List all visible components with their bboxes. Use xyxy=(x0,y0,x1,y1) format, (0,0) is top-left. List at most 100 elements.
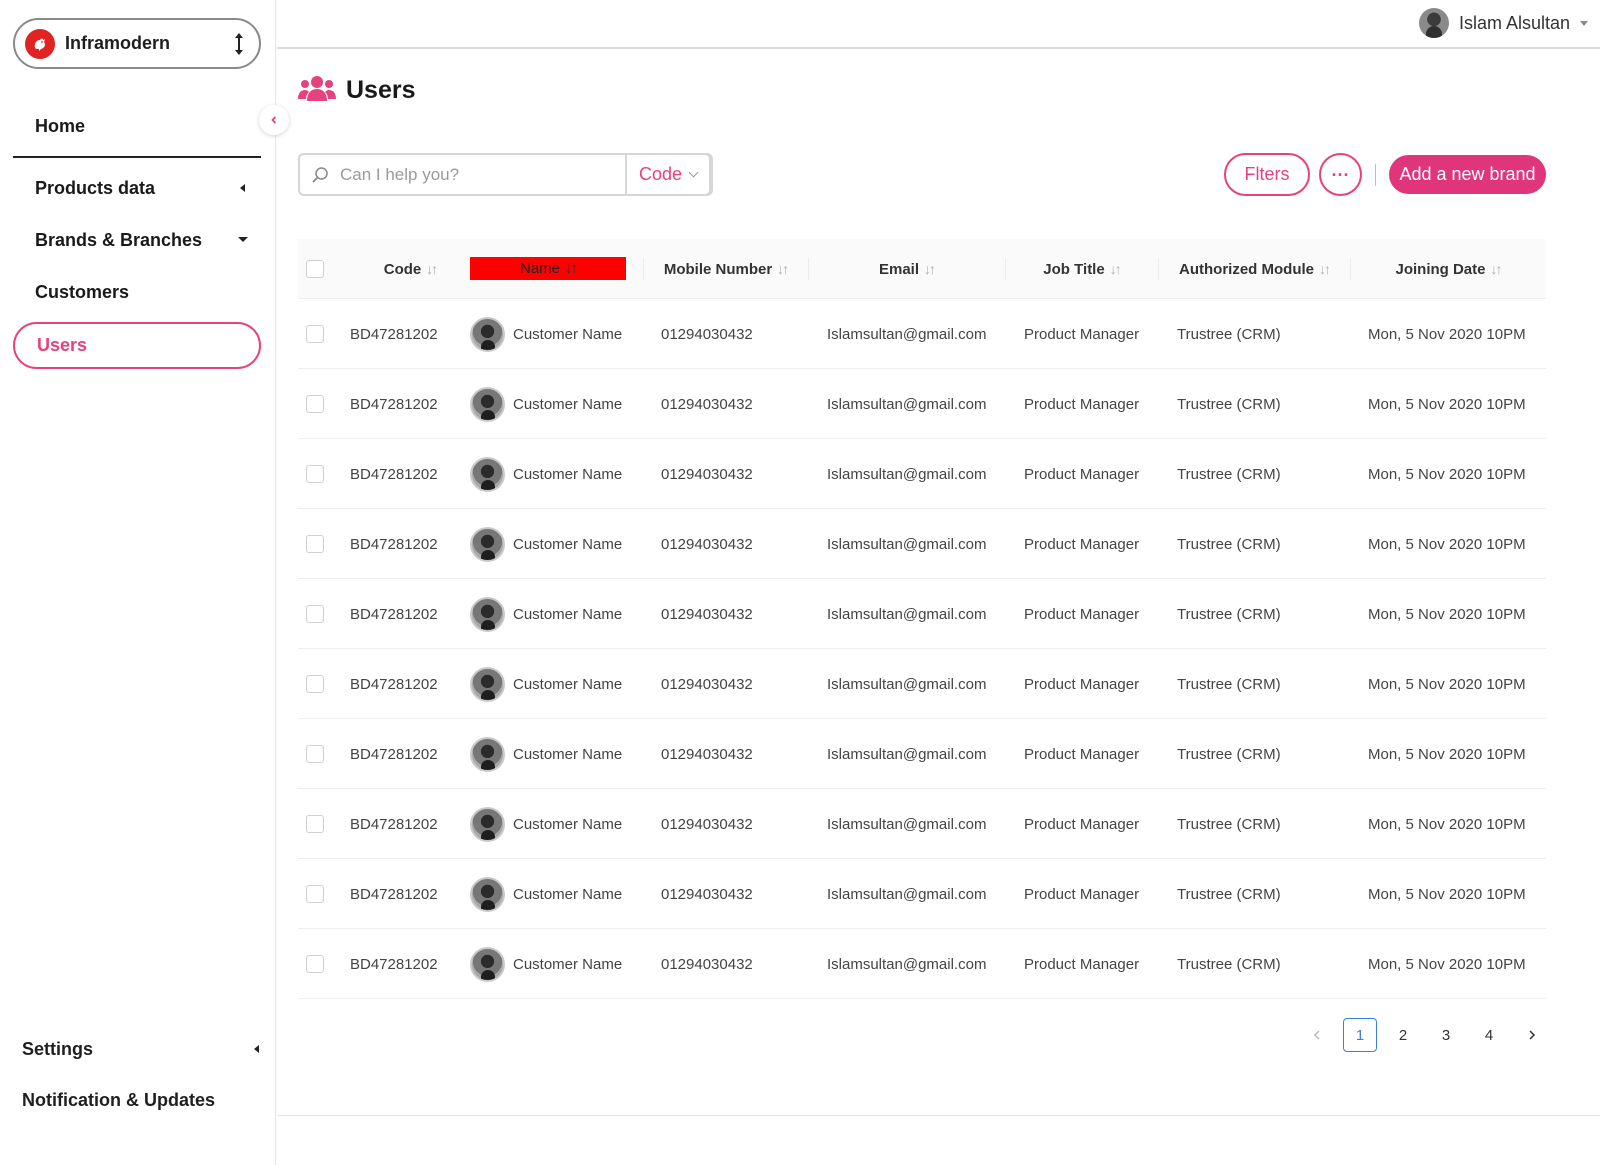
column-header-job-title[interactable]: Job Title ↓↑ xyxy=(1005,239,1158,299)
caret-down-icon xyxy=(1580,20,1588,26)
row-checkbox[interactable] xyxy=(306,325,324,343)
active-section-divider xyxy=(13,156,261,158)
avatar xyxy=(470,946,505,982)
cell-mobile: 01294030432 xyxy=(661,465,753,483)
search-input[interactable] xyxy=(340,164,628,185)
cell-job-title: Product Manager xyxy=(1024,535,1140,553)
column-header-email[interactable]: Email ↓↑ xyxy=(808,239,1005,299)
cell-email: Islamsultan@gmail.com xyxy=(827,535,987,553)
row-checkbox[interactable] xyxy=(306,605,324,623)
cell-code: BD47281202 xyxy=(350,325,438,343)
avatar xyxy=(470,456,505,492)
cell-joining-date: Mon, 5 Nov 2020 10PM xyxy=(1368,465,1526,483)
cell-job-title: Product Manager xyxy=(1024,395,1140,413)
user-menu[interactable]: Islam Alsultan xyxy=(1418,8,1588,38)
caret-left-icon[interactable] xyxy=(240,184,245,192)
cell-mobile: 01294030432 xyxy=(661,325,753,343)
cell-email: Islamsultan@gmail.com xyxy=(827,815,987,833)
filters-button[interactable]: Flters xyxy=(1224,153,1310,196)
cell-job-title: Product Manager xyxy=(1024,885,1140,903)
table-row[interactable]: BD47281202 Customer Name 01294030432 Islams… xyxy=(298,509,1546,579)
sidebar-item-notifications[interactable]: Notification & Updates xyxy=(22,1090,215,1111)
cell-email: Islamsultan@gmail.com xyxy=(827,395,987,413)
cell-name: Customer Name xyxy=(470,929,622,999)
column-header-authorized-module[interactable]: Authorized Module ↓↑ xyxy=(1158,239,1350,299)
collapse-sidebar-button[interactable] xyxy=(259,105,289,135)
cell-email: Islamsultan@gmail.com xyxy=(827,675,987,693)
sort-arrows-icon[interactable]: ↓↑ xyxy=(1491,261,1503,277)
table-row[interactable]: BD47281202 Customer Name 01294030432 Islams… xyxy=(298,579,1546,649)
sort-arrows-icon[interactable]: ↓↑ xyxy=(1110,261,1122,277)
cell-name-text: Customer Name xyxy=(513,675,623,693)
add-brand-button[interactable]: Add a new brand xyxy=(1389,155,1546,194)
row-checkbox[interactable] xyxy=(306,745,324,763)
select-all-cell xyxy=(298,239,332,299)
row-checkbox[interactable] xyxy=(306,885,324,903)
sidebar-item-settings[interactable]: Settings xyxy=(22,1039,93,1060)
cell-code: BD47281202 xyxy=(350,675,438,693)
cell-email: Islamsultan@gmail.com xyxy=(827,325,987,343)
table-row[interactable]: BD47281202 Customer Name 01294030432 Islams… xyxy=(298,859,1546,929)
page-button-2[interactable]: 2 xyxy=(1386,1018,1420,1052)
sort-arrows-icon[interactable]: ↓↑ xyxy=(565,260,578,277)
caret-down-icon[interactable] xyxy=(238,237,248,242)
sort-arrows-icon[interactable]: ↓↑ xyxy=(1319,261,1331,277)
more-dots-icon: ··· xyxy=(1331,164,1350,185)
sidebar-item-users[interactable]: Users xyxy=(13,322,261,369)
table-row[interactable]: BD47281202 Customer Name 01294030432 Islams… xyxy=(298,719,1546,789)
sort-arrows-icon[interactable]: ↓↑ xyxy=(924,261,936,277)
more-options-button[interactable]: ··· xyxy=(1319,153,1362,196)
cell-mobile: 01294030432 xyxy=(661,395,753,413)
sidebar-item-brands-branches[interactable]: Brands & Branches xyxy=(35,230,202,251)
page-button-1[interactable]: 1 xyxy=(1343,1018,1377,1052)
row-checkbox[interactable] xyxy=(306,465,324,483)
column-header-joining-date[interactable]: Joining Date ↓↑ xyxy=(1350,239,1546,299)
prev-page-button[interactable] xyxy=(1300,1018,1334,1052)
table-row[interactable]: BD47281202 Customer Name 01294030432 Islams… xyxy=(298,299,1546,369)
sort-arrows-icon[interactable]: ↓↑ xyxy=(777,261,789,277)
footer-divider xyxy=(277,1115,1600,1116)
up-down-arrows-icon xyxy=(233,32,245,55)
row-checkbox[interactable] xyxy=(306,815,324,833)
row-checkbox[interactable] xyxy=(306,395,324,413)
caret-left-icon[interactable] xyxy=(254,1045,259,1053)
table-row[interactable]: BD47281202 Customer Name 01294030432 Islams… xyxy=(298,369,1546,439)
org-switcher[interactable]: Inframodern xyxy=(13,18,261,69)
column-header-mobile[interactable]: Mobile Number ↓↑ xyxy=(643,239,808,299)
row-select-cell xyxy=(306,789,324,859)
row-checkbox[interactable] xyxy=(306,675,324,693)
page-button-3[interactable]: 3 xyxy=(1429,1018,1463,1052)
column-header-code[interactable]: Code ↓↑ xyxy=(350,239,470,299)
row-checkbox[interactable] xyxy=(306,955,324,973)
column-header-name[interactable]: Name ↓↑ xyxy=(470,257,626,280)
cell-mobile: 01294030432 xyxy=(661,605,753,623)
cell-mobile: 01294030432 xyxy=(661,535,753,553)
cell-name: Customer Name xyxy=(470,369,622,439)
sort-arrows-icon[interactable]: ↓↑ xyxy=(426,261,438,277)
cell-mobile: 01294030432 xyxy=(661,675,753,693)
cell-code: BD47281202 xyxy=(350,465,438,483)
sidebar-item-products-data[interactable]: Products data xyxy=(35,178,155,199)
sidebar-item-home[interactable]: Home xyxy=(35,116,85,137)
row-select-cell xyxy=(306,509,324,579)
row-select-cell xyxy=(306,719,324,789)
cell-name: Customer Name xyxy=(470,859,622,929)
cell-mobile: 01294030432 xyxy=(661,885,753,903)
sidebar-item-customers[interactable]: Customers xyxy=(35,282,129,303)
table-row[interactable]: BD47281202 Customer Name 01294030432 Islams… xyxy=(298,929,1546,999)
top-bar: Islam Alsultan xyxy=(277,0,1600,49)
table-row[interactable]: BD47281202 Customer Name 01294030432 Islams… xyxy=(298,439,1546,509)
cell-job-title: Product Manager xyxy=(1024,815,1140,833)
users-group-icon xyxy=(298,74,336,107)
select-all-checkbox[interactable] xyxy=(306,260,324,278)
cell-joining-date: Mon, 5 Nov 2020 10PM xyxy=(1368,885,1526,903)
table-body: BD47281202 Customer Name 01294030432 Islams… xyxy=(298,299,1546,999)
page-button-4[interactable]: 4 xyxy=(1472,1018,1506,1052)
next-page-button[interactable] xyxy=(1515,1018,1549,1052)
row-checkbox[interactable] xyxy=(306,535,324,553)
table-row[interactable]: BD47281202 Customer Name 01294030432 Islams… xyxy=(298,789,1546,859)
search-field-select[interactable]: Code xyxy=(625,153,711,196)
avatar xyxy=(470,596,505,632)
table-row[interactable]: BD47281202 Customer Name 01294030432 Islams… xyxy=(298,649,1546,719)
cell-joining-date: Mon, 5 Nov 2020 10PM xyxy=(1368,815,1526,833)
